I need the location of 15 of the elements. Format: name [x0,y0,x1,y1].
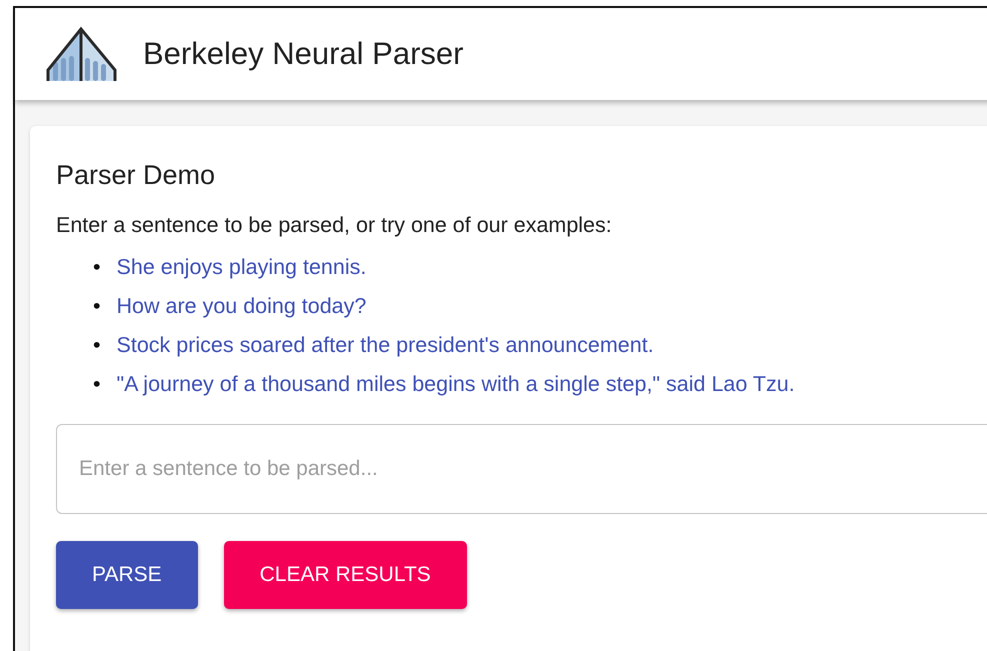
bullet: • [93,332,101,359]
intro-text: Enter a sentence to be parsed, or try one of our examples: [56,213,613,238]
bullet: • [93,371,101,398]
sentence-input[interactable]: Enter a sentence to be parsed... [56,424,987,514]
clear-results-button[interactable]: CLEAR RESULTS [224,541,467,609]
card-heading: Parser Demo [56,160,216,191]
app-title: Berkeley Neural Parser [143,36,464,72]
example-link[interactable]: How are you doing today? [116,287,366,326]
building-logo-icon [45,26,117,82]
bullet: • [93,293,101,320]
example-link[interactable]: She enjoys playing tennis. [116,248,366,287]
example-link[interactable]: "A journey of a thousand miles begins with a single step," said Lao Tzu. [116,365,795,404]
parse-button[interactable]: PARSE [56,541,198,609]
bullet: • [93,254,101,281]
example-link[interactable]: Stock prices soared after the president's announcement. [116,326,654,365]
